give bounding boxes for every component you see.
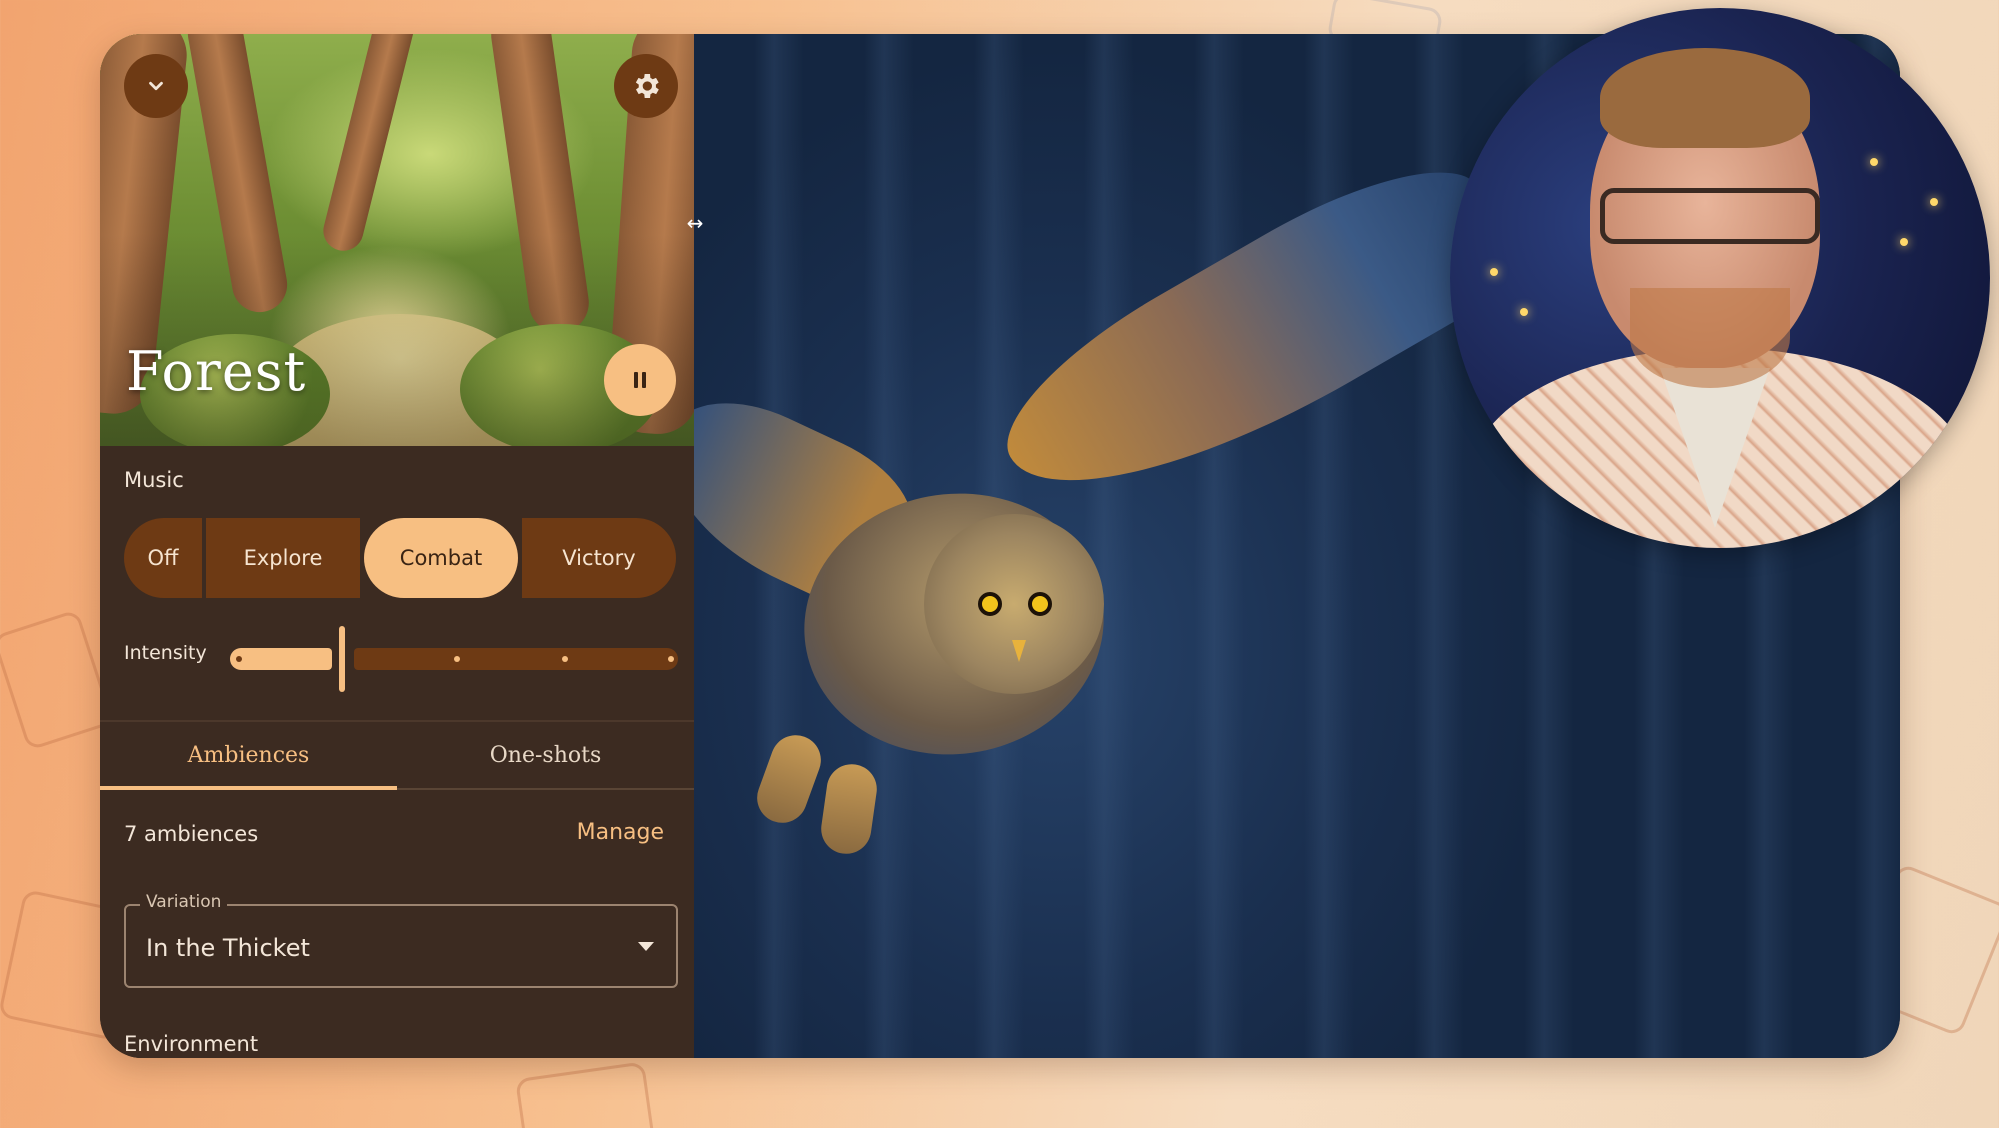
dice-decoration [515,1061,655,1128]
gear-icon [635,74,659,98]
pause-button[interactable] [604,344,676,416]
collapse-button[interactable] [124,54,188,118]
intensity-step-dot [668,656,674,662]
music-mode-selector: Off Explore Combat Victory [124,518,676,598]
scene-panel: Forest Music Off Explore Combat Victory … [100,34,694,1058]
intensity-slider-fill [230,648,332,670]
manage-button[interactable]: Manage [577,820,664,845]
music-label: Music [124,468,184,492]
music-option-combat[interactable]: Combat [364,518,518,598]
music-option-off[interactable]: Off [124,518,202,598]
music-option-victory[interactable]: Victory [522,518,676,598]
tab-ambiences[interactable]: Ambiences [100,722,397,790]
intensity-step-dot [454,656,460,662]
environment-label: Environment [124,1032,259,1056]
variation-label: Variation [140,892,228,912]
intensity-slider-thumb[interactable] [339,626,345,692]
variation-select[interactable]: Variation In the Thicket [124,892,678,988]
intensity-slider[interactable] [230,626,680,692]
intensity-step-dot [562,656,568,662]
music-option-explore[interactable]: Explore [206,518,360,598]
chevron-down-icon [149,81,163,91]
settings-button[interactable] [614,54,678,118]
dice-decoration [0,609,115,751]
variation-value: In the Thicket [146,934,310,962]
intensity-label: Intensity [124,642,207,664]
ambiences-count: 7 ambiences [124,822,259,846]
intensity-step-dot [236,656,242,662]
scene-title: Forest [126,340,307,403]
resize-handle[interactable]: ↔ [680,213,710,233]
tab-one-shots[interactable]: One-shots [397,722,694,788]
caret-down-icon [638,942,654,951]
pause-icon [634,372,646,388]
intensity-slider-track[interactable] [354,648,678,670]
webcam-overlay [1450,8,1990,548]
panel-tabs: Ambiences One-shots [100,720,694,790]
